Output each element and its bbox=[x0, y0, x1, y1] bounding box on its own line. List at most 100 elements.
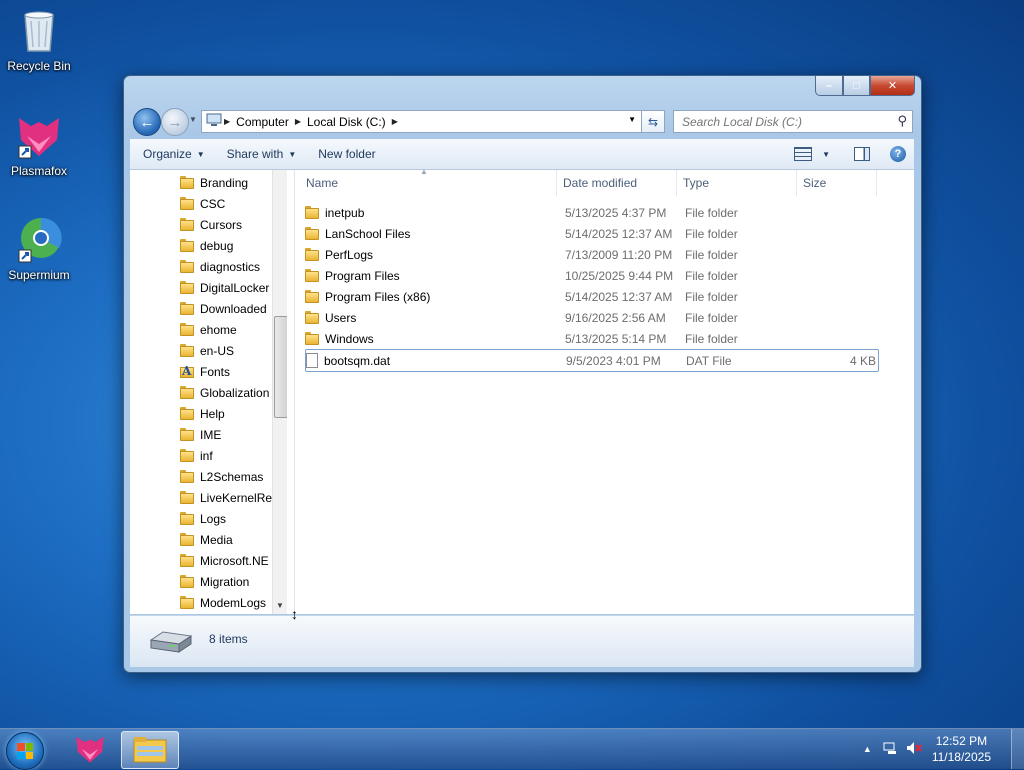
file-date: 9/5/2023 4:01 PM bbox=[566, 353, 661, 368]
taskbar-explorer[interactable] bbox=[121, 731, 179, 769]
change-view-icon[interactable] bbox=[794, 147, 813, 161]
folder-icon bbox=[305, 269, 319, 282]
nav-item[interactable]: ehome bbox=[180, 319, 237, 340]
network-icon[interactable] bbox=[882, 741, 898, 758]
taskbar-plasmafox[interactable] bbox=[62, 731, 118, 767]
file-row[interactable]: Program Files 10/25/2025 9:44 PM File fold… bbox=[305, 265, 877, 286]
help-icon[interactable]: ? bbox=[890, 146, 906, 162]
column-header-size[interactable]: Size bbox=[797, 170, 877, 196]
desktop-icon-label: Supermium bbox=[8, 268, 70, 282]
breadcrumb-computer[interactable]: Computer bbox=[232, 115, 293, 129]
file-row[interactable]: Program Files (x86) 5/14/2025 12:37 AM Fil… bbox=[305, 286, 877, 307]
file-row[interactable]: LanSchool Files 5/14/2025 12:37 AM File fo… bbox=[305, 223, 877, 244]
folder-icon bbox=[180, 239, 194, 252]
breadcrumb-separator[interactable]: ▶ bbox=[222, 117, 232, 126]
maximize-button[interactable]: □ bbox=[843, 76, 870, 96]
organize-button[interactable]: Organize ▼ bbox=[130, 139, 214, 169]
nav-item[interactable]: L2Schemas bbox=[180, 466, 263, 487]
clock[interactable]: 12:52 PM 11/18/2025 bbox=[922, 733, 1011, 765]
view-options-dropdown-icon[interactable]: ▼ bbox=[822, 150, 830, 159]
nav-item[interactable]: Help bbox=[180, 403, 225, 424]
share-with-button[interactable]: Share with ▼ bbox=[214, 139, 306, 169]
nav-item[interactable]: ModemLogs bbox=[180, 592, 266, 613]
folder-icon bbox=[180, 407, 194, 420]
item-count: 8 items bbox=[209, 632, 248, 646]
folder-icon bbox=[180, 575, 194, 588]
back-button[interactable]: ← bbox=[133, 108, 161, 136]
recent-pages-dropdown[interactable]: ▼ bbox=[189, 115, 197, 124]
nav-item[interactable]: Media bbox=[180, 529, 233, 550]
desktop-icon-plasmafox[interactable]: Plasmafox bbox=[1, 112, 77, 178]
nav-item-label: Migration bbox=[200, 574, 250, 589]
search-icon[interactable]: ⚲ bbox=[897, 113, 907, 129]
file-name-cell: Program Files bbox=[305, 269, 565, 283]
file-row[interactable]: Windows 5/13/2025 5:14 PM File folder bbox=[305, 328, 877, 349]
show-desktop-button[interactable] bbox=[1011, 729, 1024, 769]
pane-splitter[interactable] bbox=[287, 170, 295, 614]
address-row: ← → ▼ ▶ Computer ▶ Local Disk (C:) ▶ ▼ ⇆… bbox=[132, 107, 915, 136]
breadcrumb-local-disk[interactable]: Local Disk (C:) bbox=[303, 115, 390, 129]
nav-item[interactable]: Globalization bbox=[180, 382, 269, 403]
volume-muted-icon[interactable] bbox=[906, 741, 922, 758]
nav-item[interactable]: Logs bbox=[180, 508, 226, 529]
show-hidden-icons-icon[interactable]: ▲ bbox=[863, 744, 872, 754]
nav-item[interactable]: Cursors bbox=[180, 214, 242, 235]
toolbar-right: ▼ ? bbox=[794, 139, 914, 169]
nav-item-label: L2Schemas bbox=[200, 469, 264, 484]
nav-item[interactable]: inf bbox=[180, 445, 213, 466]
nav-item[interactable]: IME bbox=[180, 424, 221, 445]
address-dropdown-icon[interactable]: ▼ bbox=[628, 115, 636, 124]
folder-icon bbox=[180, 533, 194, 546]
nav-item[interactable]: Migration bbox=[180, 571, 249, 592]
clock-time: 12:52 PM bbox=[935, 734, 988, 748]
file-name-cell: Program Files (x86) bbox=[305, 290, 565, 304]
refresh-button[interactable]: ⇆ bbox=[641, 110, 665, 133]
breadcrumb-separator[interactable]: ▶ bbox=[293, 117, 303, 126]
file-row[interactable]: Users 9/16/2025 2:56 AM File folder bbox=[305, 307, 877, 328]
search-input[interactable] bbox=[680, 113, 894, 130]
plasmafox-icon bbox=[15, 112, 63, 160]
desktop-icon-supermium[interactable]: Supermium bbox=[1, 216, 77, 282]
new-folder-button[interactable]: New folder bbox=[305, 139, 384, 169]
nav-item[interactable]: Branding bbox=[180, 172, 248, 193]
column-name-label: Name bbox=[306, 176, 339, 190]
nav-scrollbar[interactable]: ▼ bbox=[272, 170, 287, 614]
nav-item[interactable]: Microsoft.NE bbox=[180, 550, 269, 571]
navigation-pane[interactable]: Branding CSC Cursors debug diagnostics Digita… bbox=[130, 170, 287, 614]
start-button[interactable] bbox=[6, 732, 44, 770]
nav-scrollbar-thumb[interactable] bbox=[274, 316, 287, 418]
folder-icon bbox=[180, 260, 194, 273]
nav-item[interactable]: debug bbox=[180, 235, 233, 256]
nav-item[interactable]: CSC bbox=[180, 193, 225, 214]
column-date-label: Date modified bbox=[563, 176, 638, 190]
close-button[interactable]: ✕ bbox=[870, 76, 915, 96]
preview-pane-icon[interactable] bbox=[854, 147, 870, 161]
nav-item[interactable]: LiveKernelRep bbox=[180, 487, 279, 508]
column-header-date-modified[interactable]: Date modified bbox=[557, 170, 677, 196]
folder-icon bbox=[305, 311, 319, 324]
nav-item-label: Downloaded bbox=[200, 301, 267, 316]
file-row[interactable]: inetpub 5/13/2025 4:37 PM File folder bbox=[305, 202, 877, 223]
new-folder-label: New folder bbox=[318, 147, 376, 161]
minimize-button[interactable]: – bbox=[815, 76, 843, 96]
file-date: 5/14/2025 12:37 AM bbox=[565, 289, 673, 304]
hard-drive-icon bbox=[149, 630, 193, 654]
nav-item-label: Logs bbox=[200, 511, 227, 526]
scroll-down-icon[interactable]: ▼ bbox=[276, 601, 284, 610]
nav-item[interactable]: diagnostics bbox=[180, 256, 260, 277]
forward-button[interactable]: → bbox=[161, 108, 189, 136]
nav-item[interactable]: DigitalLocker bbox=[180, 277, 269, 298]
breadcrumb-separator[interactable]: ▶ bbox=[390, 117, 400, 126]
content-area: Branding CSC Cursors debug diagnostics Digita… bbox=[130, 167, 914, 614]
address-bar[interactable]: ▶ Computer ▶ Local Disk (C:) ▶ ▼ bbox=[201, 110, 665, 133]
file-name-cell: Windows bbox=[305, 332, 565, 346]
desktop-icon-recycle-bin[interactable]: Recycle Bin bbox=[1, 7, 77, 73]
nav-item[interactable]: Downloaded bbox=[180, 298, 267, 319]
search-box[interactable]: ⚲ bbox=[673, 110, 913, 133]
nav-item[interactable]: A Fonts bbox=[180, 361, 230, 382]
column-header-type[interactable]: Type bbox=[677, 170, 797, 196]
column-header-name[interactable]: Name ▲ bbox=[295, 167, 557, 196]
nav-item[interactable]: en-US bbox=[180, 340, 234, 361]
file-row[interactable]: PerfLogs 7/13/2009 11:20 PM File folder bbox=[305, 244, 877, 265]
file-row[interactable]: bootsqm.dat 9/5/2023 4:01 PM DAT File 4 KB bbox=[305, 349, 879, 372]
